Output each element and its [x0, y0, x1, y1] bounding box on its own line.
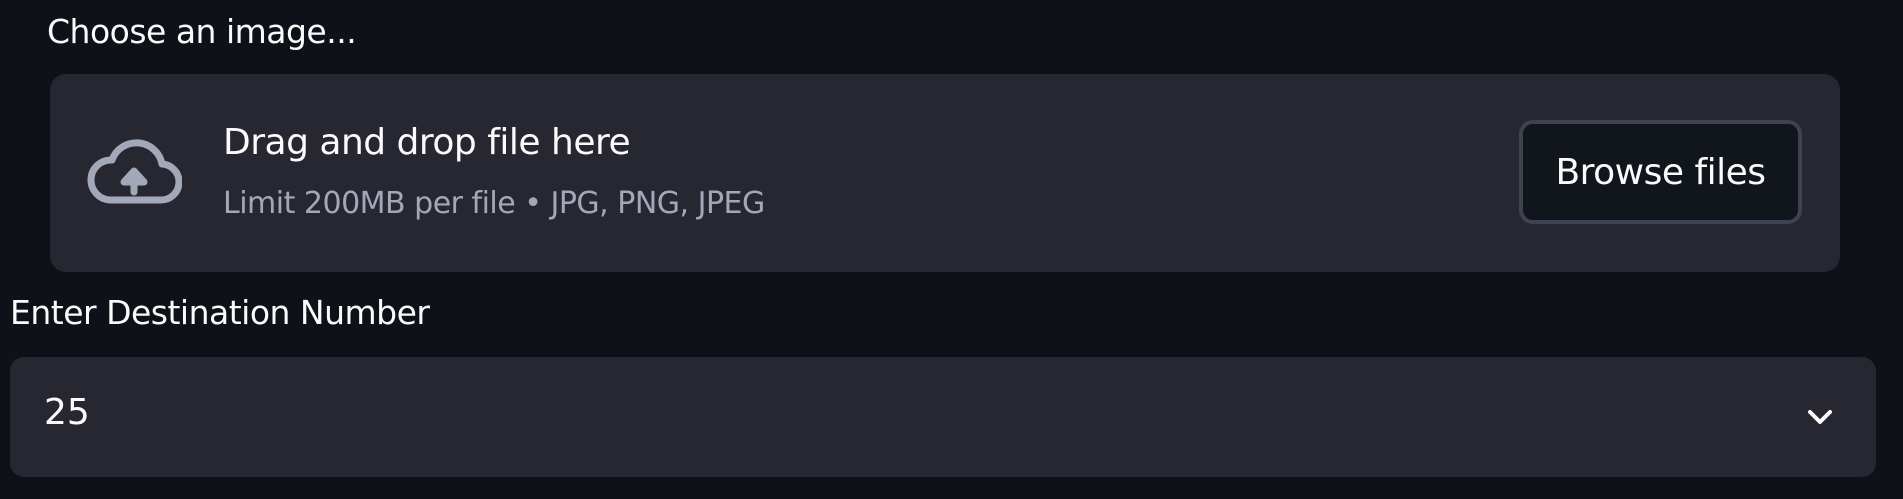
destination-number-select[interactable]: 25 — [10, 357, 1876, 477]
destination-number-label: Enter Destination Number — [10, 293, 430, 332]
upload-limit-text: Limit 200MB per file • JPG, PNG, JPEG — [223, 186, 765, 221]
chevron-down-icon[interactable] — [1804, 401, 1836, 433]
file-uploader-label: Choose an image... — [47, 12, 357, 51]
cloud-upload-icon — [87, 139, 182, 204]
selected-value: 25 — [44, 392, 90, 433]
browse-files-button[interactable]: Browse files — [1519, 120, 1802, 224]
dropzone-instructions: Drag and drop file here — [223, 122, 631, 163]
page: Choose an image... Drag and drop file he… — [0, 0, 1903, 499]
